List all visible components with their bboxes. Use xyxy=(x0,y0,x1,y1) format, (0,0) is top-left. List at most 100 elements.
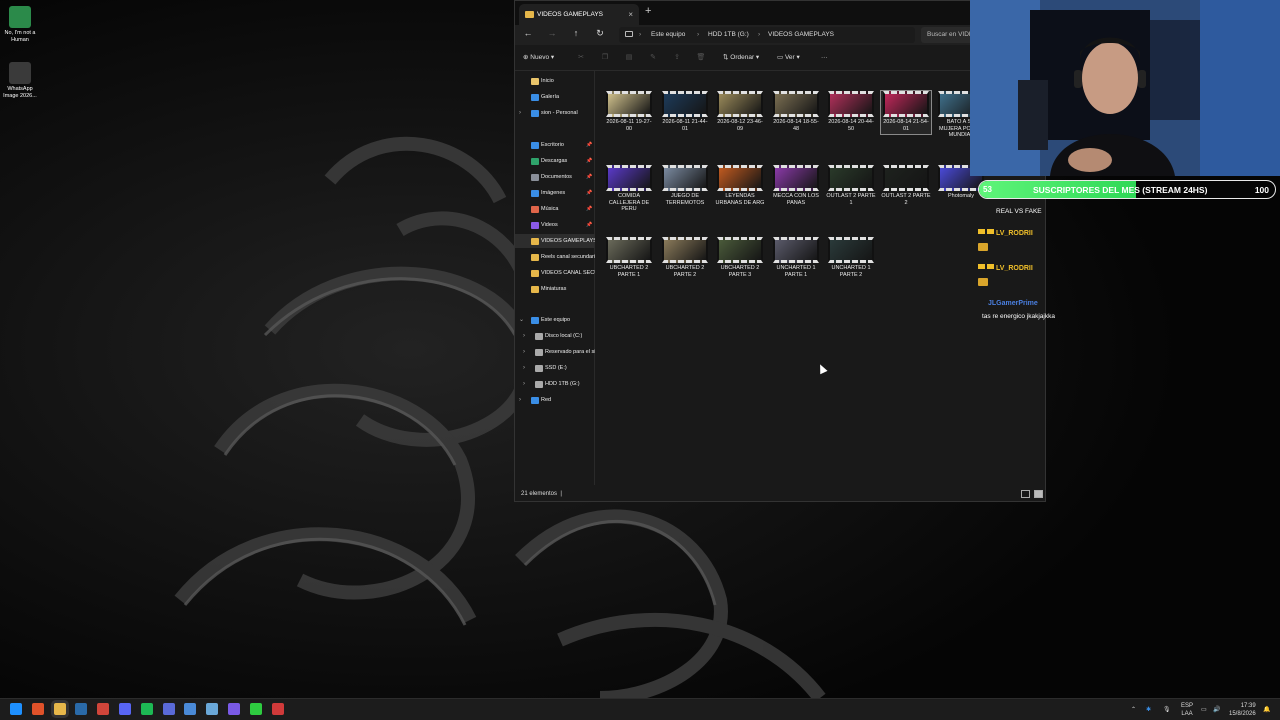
file-item[interactable]: 2026-08-11 19-27-00 xyxy=(604,91,654,132)
steam-icon[interactable] xyxy=(75,703,88,715)
breadcrumb-item[interactable]: Este equipo xyxy=(651,27,685,43)
sort-button-label: Ordenar xyxy=(730,54,755,61)
rename-icon[interactable]: ✎ xyxy=(647,51,659,65)
file-item[interactable]: UBCHARTED 2 PARTE 3 xyxy=(715,237,765,278)
sidebar-item-m-sica[interactable]: Música 📌 xyxy=(515,202,595,216)
sidebar-item-red[interactable]: › Red xyxy=(515,393,595,407)
file-item[interactable]: JUEGO DE TERREMOTOS xyxy=(660,165,710,206)
sidebar-item-miniaturas[interactable]: Miniaturas xyxy=(515,282,595,296)
sidebar-item-inicio[interactable]: Inicio xyxy=(515,74,595,88)
breadcrumb-item[interactable]: HDD 1TB (G:) xyxy=(708,27,749,43)
chevron-right-icon[interactable]: › xyxy=(523,377,525,391)
copy-icon[interactable]: ❐ xyxy=(599,51,611,65)
videos-icon xyxy=(531,222,539,229)
volume-icon[interactable]: 🔊 xyxy=(1213,699,1220,720)
discord-icon[interactable] xyxy=(119,703,131,715)
sidebar-item-label: sion - Personal xyxy=(541,110,578,116)
file-item[interactable]: 2026-08-14 21-54-01 xyxy=(880,90,932,135)
new-tab-button[interactable]: + xyxy=(645,5,651,17)
breadcrumb-separator: › xyxy=(639,31,642,38)
sidebar-item-disco-local-c[interactable]: › Disco local (C:) xyxy=(515,329,595,343)
file-item[interactable]: COMIDA CALLEJERA DE PERU xyxy=(604,165,654,213)
file-item[interactable]: 2026-08-11 21-44-01 xyxy=(660,91,710,132)
new-button[interactable]: ⊕ Nuevo ▾ xyxy=(523,51,554,65)
sidebar-item-descargas[interactable]: Descargas 📌 xyxy=(515,154,595,168)
sidebar-item-este-equipo[interactable]: ⌄ Este equipo xyxy=(515,313,595,327)
file-explorer-icon[interactable] xyxy=(53,703,66,715)
sketch-app-icon[interactable] xyxy=(206,703,219,715)
desktop-icon-whatsapp-image[interactable]: WhatsApp Image 2026... xyxy=(0,62,40,100)
sidebar-item-sion-personal[interactable]: › sion - Personal xyxy=(515,106,595,120)
large-icons-view-button[interactable] xyxy=(1034,490,1043,498)
file-item[interactable]: 2026-08-14 18-55-48 xyxy=(771,91,821,132)
breadcrumb-item[interactable]: VIDEOS GAMEPLAYS xyxy=(768,27,834,43)
chevron-down-icon[interactable]: ⌄ xyxy=(519,313,524,327)
file-item[interactable]: UBCHARTED 2 PARTE 2 xyxy=(660,237,710,278)
details-view-button[interactable] xyxy=(1021,490,1030,498)
up-button[interactable]: ↑ xyxy=(569,28,583,38)
sidebar-item-escritorio[interactable]: Escritorio 📌 xyxy=(515,138,595,152)
breadcrumb[interactable]: › Este equipo › HDD 1TB (G:) › VIDEOS GA… xyxy=(619,27,915,43)
twitch-icon[interactable] xyxy=(228,703,240,715)
sidebar-item-galer-a[interactable]: Galería xyxy=(515,90,595,104)
chevron-up-icon[interactable]: ⌃ xyxy=(1131,699,1136,720)
view-button[interactable]: ▭ Ver ▾ xyxy=(777,51,800,65)
tab-videos-gameplays[interactable]: VIDEOS GAMEPLAYS × xyxy=(519,4,639,25)
chevron-right-icon[interactable]: › xyxy=(523,345,525,359)
language-indicator[interactable]: ESP LAA xyxy=(1181,702,1193,718)
sidebar-item-im-genes[interactable]: Imágenes 📌 xyxy=(515,186,595,200)
network-icon[interactable]: ▭ xyxy=(1201,699,1207,720)
file-item[interactable]: 2026-08-12 23-46-09 xyxy=(715,91,765,132)
desktop-icon-game[interactable]: No, I'm not a Human xyxy=(0,6,40,44)
file-item[interactable]: UNCHARTED 1 PARTE 2 xyxy=(826,237,876,278)
sidebar-item-documentos[interactable]: Documentos 📌 xyxy=(515,170,595,184)
chat-message-text: REAL VS FAKE xyxy=(996,208,1042,215)
sidebar-item-hdd-1tb-g[interactable]: › HDD 1TB (G:) xyxy=(515,377,595,391)
new-button-label: Nuevo xyxy=(530,54,550,61)
app-window-icon[interactable] xyxy=(162,703,175,715)
file-item[interactable]: 2026-08-14 20-44-50 xyxy=(826,91,876,132)
file-item[interactable]: OUTLAST 2 PARTE 2 xyxy=(881,165,931,206)
file-item[interactable]: MECCA CON LOS PANAS xyxy=(771,165,821,206)
sidebar-item-videos-canal-secundario[interactable]: VIDEOS CANAL SECUNDARIO xyxy=(515,266,595,280)
forward-button[interactable]: → xyxy=(545,28,559,38)
delete-icon[interactable]: 🗑 xyxy=(695,51,707,65)
chevron-right-icon[interactable]: › xyxy=(519,393,521,407)
home-icon xyxy=(531,78,539,85)
sidebar-item-videos-gameplays[interactable]: VIDEOS GAMEPLAYS xyxy=(515,234,595,248)
sidebar-item-ssd-e[interactable]: › SSD (E:) xyxy=(515,361,595,375)
bluetooth-icon[interactable]: ✱ xyxy=(1146,699,1151,720)
sort-button[interactable]: ⇅ Ordenar ▾ xyxy=(723,51,759,65)
sub-goal-label: SUSCRIPTORES DEL MES (STREAM 24HS) xyxy=(1033,185,1208,195)
sidebar-item-reservado-para-el-sistema[interactable]: › Reservado para el sistema xyxy=(515,345,595,359)
windows-start-icon[interactable] xyxy=(10,703,22,715)
refresh-button[interactable]: ↻ xyxy=(593,28,607,39)
status-bar: 21 elementos | xyxy=(515,485,1045,501)
sidebar-item-videos[interactable]: Videos 📌 xyxy=(515,218,595,232)
app-tray-icon[interactable] xyxy=(184,703,197,715)
chrome-icon[interactable] xyxy=(97,703,110,715)
more-options-button[interactable]: ··· xyxy=(821,51,828,65)
recorder-icon[interactable] xyxy=(271,703,284,715)
close-icon[interactable]: × xyxy=(628,4,633,25)
game-app-icon[interactable] xyxy=(249,703,262,715)
chevron-right-icon[interactable]: › xyxy=(519,106,521,120)
notification-bell-icon[interactable]: 🔔 xyxy=(1263,699,1270,720)
file-item[interactable]: OUTLAST 2 PARTE 1 xyxy=(826,165,876,206)
file-item[interactable]: UBCHARTED 2 PARTE 1 xyxy=(604,237,654,278)
file-item[interactable]: UNCHARTED 1 PARTE 1 xyxy=(771,237,821,278)
drive-icon xyxy=(535,365,543,372)
chevron-right-icon[interactable]: › xyxy=(523,361,525,375)
sidebar-item-reels-canal-secundario[interactable]: Reels canal secundario xyxy=(515,250,595,264)
cut-icon[interactable]: ✂ xyxy=(575,51,587,65)
paste-icon[interactable]: ▤ xyxy=(623,51,635,65)
brave-icon[interactable] xyxy=(31,703,44,715)
back-button[interactable]: ← xyxy=(521,28,535,38)
folder-icon xyxy=(531,254,539,261)
share-icon[interactable]: ⇪ xyxy=(671,51,683,65)
chevron-right-icon[interactable]: › xyxy=(523,329,525,343)
clock[interactable]: 17:39 15/8/2026 xyxy=(1229,702,1256,718)
microphone-icon[interactable]: 🎙 xyxy=(1163,699,1171,720)
file-item[interactable]: LEYENDAS URBANAS DE ARG xyxy=(715,165,765,206)
spotify-icon[interactable] xyxy=(140,703,153,715)
